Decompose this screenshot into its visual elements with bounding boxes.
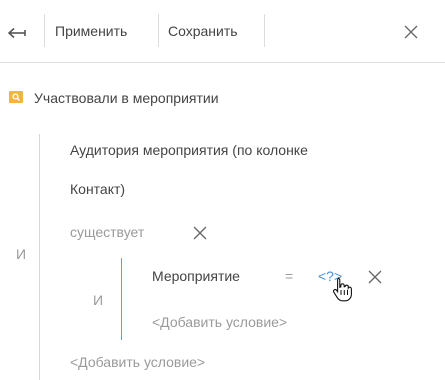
- toolbar-divider: [0, 62, 445, 63]
- hand-cursor-icon: [330, 276, 354, 302]
- aggregate-column-label-cont[interactable]: Контакт): [70, 179, 125, 199]
- toolbar-separator: [44, 14, 45, 47]
- remove-exists-icon[interactable]: [193, 226, 207, 240]
- toolbar-separator: [264, 14, 265, 47]
- toolbar-separator: [158, 14, 159, 47]
- aggregate-column-label[interactable]: Аудитория мероприятия (по колонке: [70, 140, 308, 160]
- outer-group-bar: [39, 134, 40, 380]
- toolbar: Применить Сохранить: [0, 0, 445, 62]
- inner-group-bar: [121, 258, 122, 340]
- condition-comparison[interactable]: =: [285, 266, 293, 286]
- close-icon[interactable]: [404, 25, 418, 39]
- exists-label[interactable]: существует: [70, 222, 144, 242]
- remove-condition-icon[interactable]: [368, 270, 382, 284]
- inner-and-operator[interactable]: И: [93, 290, 103, 310]
- add-condition-outer-link[interactable]: <Добавить условие>: [70, 352, 205, 372]
- outer-and-operator[interactable]: И: [16, 244, 26, 264]
- apply-button[interactable]: Применить: [55, 21, 127, 41]
- add-condition-inner-link[interactable]: <Добавить условие>: [152, 312, 287, 332]
- save-button[interactable]: Сохранить: [168, 21, 238, 41]
- condition-column[interactable]: Мероприятие: [152, 266, 240, 286]
- search-folder-icon: [9, 90, 23, 104]
- group-title[interactable]: Участвовали в мероприятии: [34, 88, 219, 108]
- back-arrow-icon[interactable]: [7, 26, 26, 39]
